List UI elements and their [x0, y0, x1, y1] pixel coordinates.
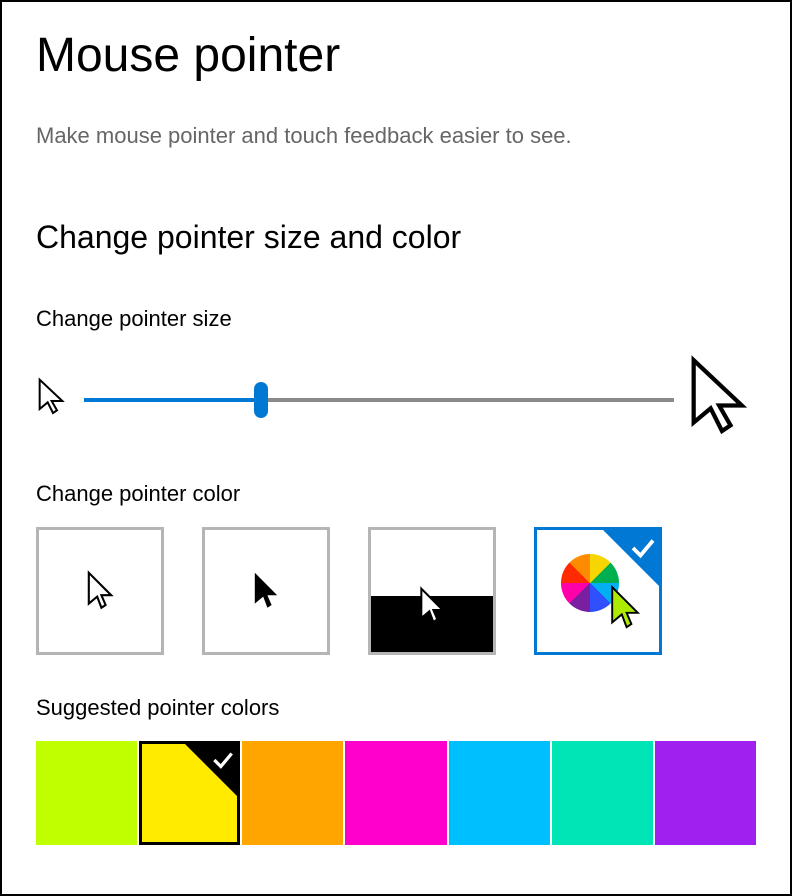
suggested-colors-label: Suggested pointer colors: [36, 695, 756, 721]
pointer-size-slider[interactable]: [84, 380, 674, 420]
slider-thumb[interactable]: [254, 382, 268, 418]
selected-check-icon: [182, 741, 240, 799]
pointer-style-inverted[interactable]: [368, 527, 496, 655]
color-swatch[interactable]: [36, 741, 137, 845]
color-swatch[interactable]: [449, 741, 550, 845]
section-heading: Change pointer size and color: [36, 219, 756, 256]
color-swatch[interactable]: [552, 741, 653, 845]
color-swatch[interactable]: [345, 741, 446, 845]
slider-fill: [84, 398, 261, 402]
pointer-style-black[interactable]: [202, 527, 330, 655]
cursor-icon: [415, 586, 449, 626]
cursor-icon: [605, 584, 645, 632]
pointer-size-label: Change pointer size: [36, 306, 756, 332]
cursor-icon: [82, 570, 118, 612]
color-swatch[interactable]: [655, 741, 756, 845]
inverted-background: [371, 596, 493, 652]
cursor-icon: [248, 570, 284, 612]
color-swatch[interactable]: [242, 741, 343, 845]
color-swatch[interactable]: [139, 741, 240, 845]
pointer-style-white[interactable]: [36, 527, 164, 655]
selected-check-icon: [600, 527, 662, 589]
page-subtitle: Make mouse pointer and touch feedback ea…: [36, 123, 756, 149]
large-cursor-icon: [688, 352, 756, 447]
pointer-color-label: Change pointer color: [36, 481, 756, 507]
pointer-style-custom[interactable]: [534, 527, 662, 655]
page-title: Mouse pointer: [36, 28, 756, 83]
small-cursor-icon: [36, 377, 70, 422]
